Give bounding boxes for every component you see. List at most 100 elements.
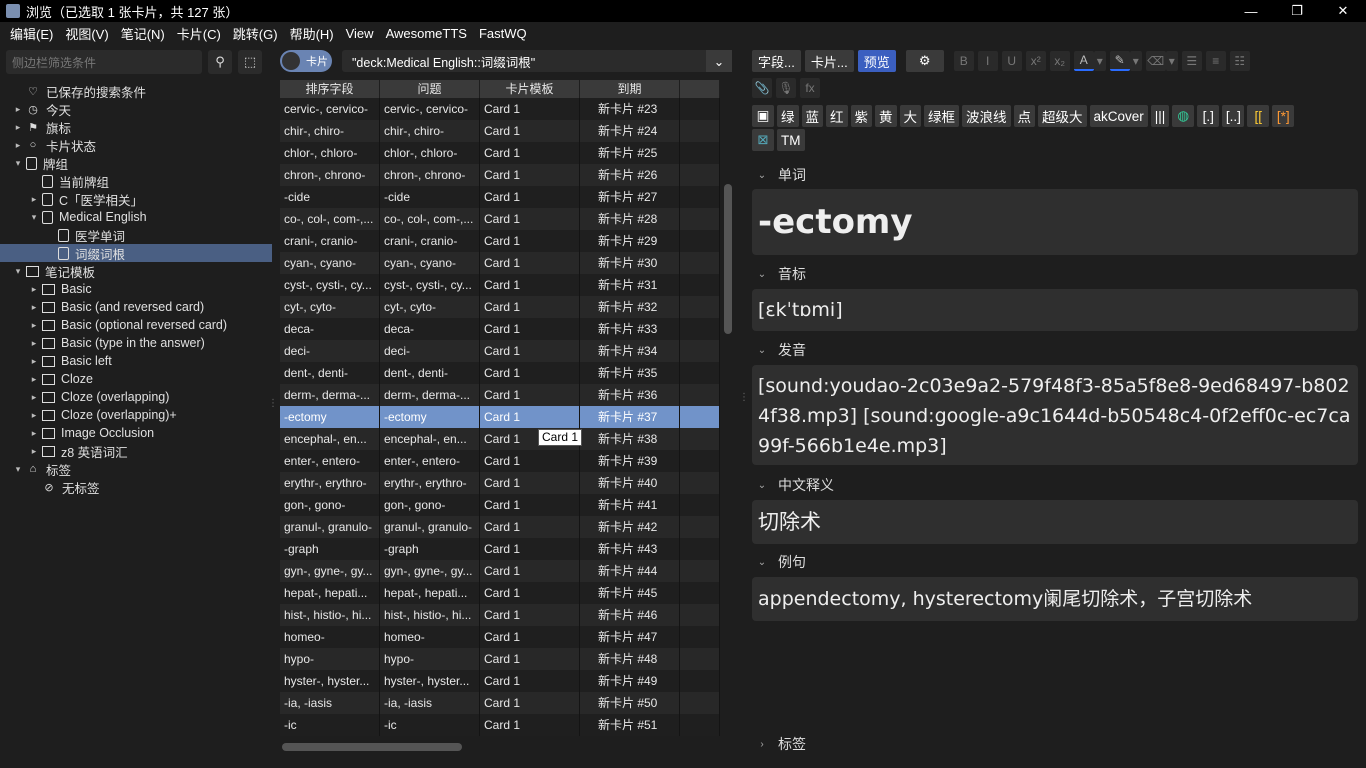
expand-right-icon[interactable]: ▸ [12, 104, 24, 115]
text-color-icon[interactable]: A [1073, 51, 1094, 71]
field-label[interactable]: ⌄ 发音 [754, 340, 806, 360]
cards-button[interactable]: 卡片... [804, 50, 854, 72]
globe-icon[interactable]: ◍ [1172, 105, 1195, 127]
expand-right-icon[interactable]: ▸ [12, 122, 24, 133]
field-editor[interactable]: [ɛkˈtɒmi] [752, 289, 1358, 331]
menu-view[interactable]: 视图(V) [59, 24, 114, 43]
expand-right-icon[interactable]: ▸ [28, 338, 40, 349]
menu-cards[interactable]: 卡片(C) [171, 24, 227, 43]
sidebar-item[interactable]: ▸ Basic (and reversed card) [0, 298, 272, 316]
menu-notes[interactable]: 笔记(N) [115, 24, 171, 43]
expand-down-icon[interactable]: ▾ [12, 266, 24, 277]
table-row[interactable]: -ectomy -ectomy Card 1 新卡片 #37 [280, 406, 720, 428]
sidebar-item[interactable]: ▸ ⚑ 旗标 [0, 118, 272, 136]
sidebar-item[interactable]: ▸ ○ 卡片状态 [0, 136, 272, 154]
expand-down-icon[interactable]: ▾ [12, 464, 24, 475]
sidebar-item[interactable]: ▸ Image Occlusion [0, 424, 272, 442]
eraser-icon[interactable]: ⌫ [1145, 51, 1166, 71]
numbered-list-icon[interactable]: ≡ [1205, 51, 1226, 71]
expand-right-icon[interactable]: ▸ [28, 194, 40, 205]
sidebar-item[interactable]: ♡ 已保存的搜索条件 [0, 82, 272, 100]
table-row[interactable]: dent-, denti-dent-, denti- Card 1 新卡片 #35 [280, 362, 720, 384]
sidebar-item[interactable]: ▸ Cloze [0, 370, 272, 388]
cloze-hint-icon[interactable]: [*] [1272, 105, 1295, 127]
expand-down-icon[interactable]: ▾ [12, 158, 24, 169]
scroll-thumb[interactable] [724, 184, 732, 334]
tm-button[interactable]: TM [777, 129, 805, 151]
table-row[interactable]: enter-, entero-enter-, entero- Card 1 新卡片 … [280, 450, 720, 472]
superscript-icon[interactable]: x² [1025, 51, 1046, 71]
addon-chip[interactable]: akCover [1089, 105, 1148, 127]
addon-chip[interactable]: 大 [899, 105, 921, 127]
table-row[interactable]: deca-deca- Card 1 新卡片 #33 [280, 318, 720, 340]
menu-go[interactable]: 跳转(G) [227, 24, 284, 43]
addon-chip[interactable]: 蓝 [801, 105, 823, 127]
addon-chip[interactable]: 超级大 [1038, 105, 1087, 127]
attach-icon[interactable]: 📎 [752, 78, 772, 98]
chevron-down-icon[interactable]: ⌄ [706, 50, 732, 72]
sidebar-item[interactable]: ▸ Basic left [0, 352, 272, 370]
table-row[interactable]: hypo-hypo- Card 1 新卡片 #48 [280, 648, 720, 670]
table-row[interactable]: hyster-, hyster... hyster-, hyster... Card… [280, 670, 720, 692]
addon-chip[interactable]: ||| [1150, 105, 1170, 127]
column-sort-field[interactable]: 排序字段 [280, 80, 380, 98]
sidebar-search-input[interactable]: 侧边栏筛选条件 [6, 50, 202, 74]
addon-chip[interactable]: 绿 [777, 105, 799, 127]
chevron-down-icon[interactable]: ⌄ [754, 170, 770, 181]
sidebar-item[interactable]: ▸ Basic (optional reversed card) [0, 316, 272, 334]
highlight-icon[interactable]: ✎ [1109, 51, 1130, 71]
image-occlusion-icon[interactable]: ⊠ [752, 129, 774, 151]
sidebar-item[interactable]: ⊘ 无标签 [0, 478, 272, 496]
bold-icon[interactable]: B [953, 51, 974, 71]
expand-right-icon[interactable]: ▸ [28, 374, 40, 385]
sidebar-splitter[interactable]: ⋮ [268, 398, 278, 409]
addon-chip[interactable]: 红 [826, 105, 848, 127]
field-editor[interactable]: 切除术 [752, 500, 1358, 544]
select-mode-icon[interactable]: ⬚ [238, 50, 262, 74]
sidebar-item[interactable]: ▸ Cloze (overlapping) [0, 388, 272, 406]
column-card-template[interactable]: 卡片模板 [480, 80, 580, 98]
sidebar-item[interactable]: ▸ Cloze (overlapping)+ [0, 406, 272, 424]
bullet-list-icon[interactable]: ☰ [1181, 51, 1202, 71]
table-row[interactable]: -cide -cide Card 1 新卡片 #27 [280, 186, 720, 208]
table-row[interactable]: chron-, chrono-chron-, chrono- Card 1 新卡片 … [280, 164, 720, 186]
sidebar-item[interactable]: ▸ z8 英语词汇 [0, 442, 272, 460]
table-row[interactable]: granul-, granulo-granul-, granulo- Card 1… [280, 516, 720, 538]
table-row[interactable]: -ia, -iasis -ia, -iasis Card 1 新卡片 #50 [280, 692, 720, 714]
formula-icon[interactable]: fx [800, 78, 820, 98]
image-icon[interactable]: ▣ [752, 105, 774, 127]
sidebar-item[interactable]: 当前牌组 [0, 172, 272, 190]
chevron-down-icon[interactable]: ⌄ [754, 480, 770, 491]
table-row[interactable]: erythr-, erythro-erythr-, erythro- Card 1… [280, 472, 720, 494]
table-row[interactable]: chlor-, chloro-chlor-, chloro- Card 1 新卡片 … [280, 142, 720, 164]
chevron-down-icon[interactable]: ▾ [1129, 51, 1142, 71]
column-due[interactable]: 到期 [580, 80, 680, 98]
addon-chip[interactable]: 紫 [850, 105, 872, 127]
table-row[interactable]: deci-deci- Card 1 新卡片 #34 [280, 340, 720, 362]
chevron-down-icon[interactable]: ⌄ [754, 345, 770, 356]
table-row[interactable]: gon-, gono-gon-, gono- Card 1 新卡片 #41 [280, 494, 720, 516]
field-label[interactable]: ⌄ 例句 [754, 552, 806, 572]
menu-awesometts[interactable]: AwesomeTTS [380, 26, 473, 41]
addon-chip[interactable]: 波浪线 [962, 105, 1011, 127]
column-extra[interactable] [680, 80, 720, 98]
horizontal-scrollbar[interactable] [280, 740, 720, 752]
table-row[interactable]: hist-, histio-, hi... hist-, histio-, hi.… [280, 604, 720, 626]
record-icon[interactable]: 🎙 [776, 78, 796, 98]
sidebar-item[interactable]: ▸ C「医学相关」 [0, 190, 272, 208]
field-editor[interactable]: -ectomy [752, 189, 1358, 255]
table-row[interactable]: cyt-, cyto-cyt-, cyto- Card 1 新卡片 #32 [280, 296, 720, 318]
sidebar-item[interactable]: 词缀词根 [0, 244, 272, 262]
chevron-down-icon[interactable]: ⌄ [754, 557, 770, 568]
minimize-button[interactable]: — [1228, 0, 1274, 22]
menu-help[interactable]: 帮助(H) [284, 24, 340, 43]
table-row[interactable]: gyn-, gyne-, gy... gyn-, gyne-, gy... Card… [280, 560, 720, 582]
subscript-icon[interactable]: x₂ [1049, 51, 1070, 71]
underline-icon[interactable]: U [1001, 51, 1022, 71]
expand-down-icon[interactable]: ▾ [28, 212, 40, 223]
table-row[interactable]: derm-, derma-... derm-, derma-... Card 1 新卡… [280, 384, 720, 406]
table-row[interactable]: -ic -ic Card 1 新卡片 #51 [280, 714, 720, 736]
table-row[interactable]: encephal-, en... encephal-, en... Card 1 新卡… [280, 428, 720, 450]
menu-fastwq[interactable]: FastWQ [473, 26, 533, 41]
tags-label[interactable]: › 标签 [754, 734, 806, 754]
